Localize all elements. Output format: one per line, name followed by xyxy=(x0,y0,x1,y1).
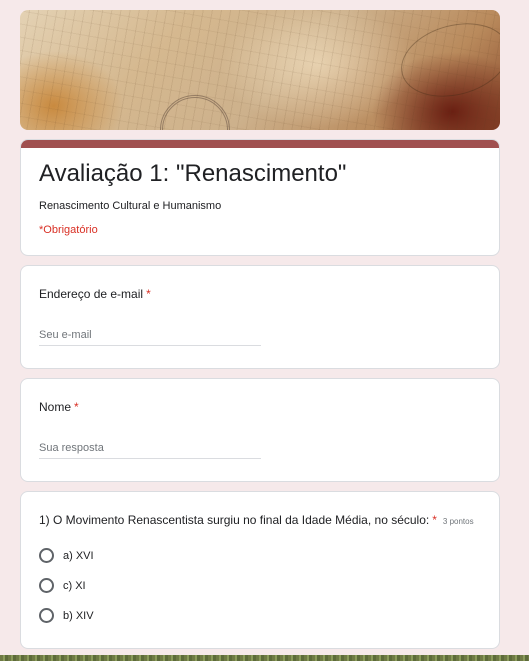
question-title: Nome xyxy=(39,400,72,414)
question-title: 1) O Movimento Renascentista surgiu no f… xyxy=(39,513,430,527)
header-banner-image xyxy=(20,10,500,130)
radio-button[interactable] xyxy=(39,608,54,623)
option-label: a) XVI xyxy=(63,549,94,562)
radio-option-a[interactable]: a) XVI xyxy=(39,548,94,563)
option-label: b) XIV xyxy=(63,609,94,622)
required-asterisk: * xyxy=(74,400,79,414)
required-note: *Obrigatório xyxy=(39,224,98,236)
radio-option-b[interactable]: b) XIV xyxy=(39,608,94,623)
option-label: c) XI xyxy=(63,579,86,592)
radio-button[interactable] xyxy=(39,578,54,593)
form-page: Avaliação 1: "Renascimento" Renascimento… xyxy=(0,0,529,661)
question-label: Nome * xyxy=(39,400,79,414)
theme-accent-bar xyxy=(21,140,499,148)
form-title: Avaliação 1: "Renascimento" xyxy=(39,160,347,187)
question-card-name: Nome * xyxy=(20,378,500,482)
email-field[interactable] xyxy=(39,324,261,346)
question-title: Endereço de e-mail xyxy=(39,287,144,301)
background-strip xyxy=(0,655,529,661)
radio-option-c[interactable]: c) XI xyxy=(39,578,86,593)
question-label: Endereço de e-mail * xyxy=(39,287,151,301)
question-card-1: 1) O Movimento Renascentista surgiu no f… xyxy=(20,491,500,649)
form-title-card: Avaliação 1: "Renascimento" Renascimento… xyxy=(20,139,500,256)
question-label: 1) O Movimento Renascentista surgiu no f… xyxy=(39,513,474,527)
required-asterisk: * xyxy=(432,513,437,527)
required-asterisk: * xyxy=(146,287,151,301)
form-description: Renascimento Cultural e Humanismo xyxy=(39,200,222,212)
question-card-email: Endereço de e-mail * xyxy=(20,265,500,369)
points-label: 3 pontos xyxy=(442,517,474,526)
name-field[interactable] xyxy=(39,437,261,459)
radio-button[interactable] xyxy=(39,548,54,563)
